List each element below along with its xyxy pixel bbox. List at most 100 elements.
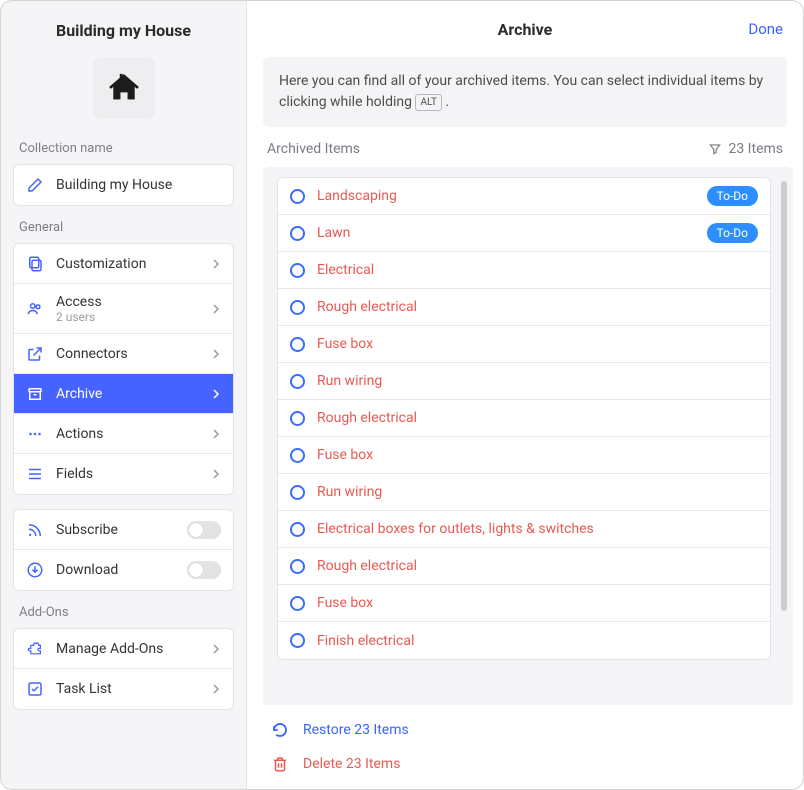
download-row[interactable]: Download (14, 550, 233, 590)
status-circle[interactable] (290, 189, 305, 204)
archived-item-row[interactable]: Rough electrical (278, 289, 770, 326)
status-circle[interactable] (290, 337, 305, 352)
trash-icon (271, 755, 289, 773)
download-toggle[interactable] (187, 561, 221, 579)
todo-badge: To-Do (707, 223, 758, 243)
sidebar: Building my House Collection name Buildi… (1, 1, 247, 789)
filter-icon[interactable] (708, 142, 722, 156)
section-addons: Add-Ons (1, 605, 246, 628)
nav-archive[interactable]: Archive (14, 374, 233, 414)
chevron-right-icon (211, 259, 221, 269)
chevron-right-icon (211, 644, 221, 654)
dots-icon (26, 425, 44, 443)
archived-item-row[interactable]: LawnTo-Do (278, 215, 770, 252)
topbar: Archive Done (247, 1, 803, 57)
house-icon (107, 71, 141, 105)
done-button[interactable]: Done (748, 20, 783, 38)
archived-item-row[interactable]: Fuse box (278, 585, 770, 622)
status-circle[interactable] (290, 633, 305, 648)
list-title: Archived Items (267, 141, 360, 157)
app-window: Building my House Collection name Buildi… (0, 0, 804, 790)
chevron-right-icon (211, 469, 221, 479)
item-title: Rough electrical (317, 558, 758, 574)
footer-actions: Restore 23 Items Delete 23 Items (247, 705, 803, 789)
alt-key-hint: ALT (415, 94, 442, 111)
puzzle-icon (26, 640, 44, 658)
sidebar-title: Building my House (1, 1, 246, 52)
item-title: Run wiring (317, 373, 758, 389)
collection-icon (93, 57, 155, 119)
archived-item-row[interactable]: Fuse box (278, 326, 770, 363)
nav-access[interactable]: Access 2 users (14, 284, 233, 334)
chevron-right-icon (211, 684, 221, 694)
item-title: Rough electrical (317, 410, 758, 426)
restore-icon (271, 721, 289, 739)
chevron-right-icon (211, 349, 221, 359)
nav-customization[interactable]: Customization (14, 244, 233, 284)
download-icon (26, 561, 44, 579)
nav-fields[interactable]: Fields (14, 454, 233, 494)
archived-item-row[interactable]: LandscapingTo-Do (278, 178, 770, 215)
collection-name-text: Building my House (56, 177, 221, 193)
page-title: Archive (498, 20, 553, 39)
rss-icon (26, 521, 44, 539)
subscribe-toggle[interactable] (187, 521, 221, 539)
status-circle[interactable] (290, 300, 305, 315)
status-circle[interactable] (290, 485, 305, 500)
collection-name-input[interactable]: Building my House (14, 165, 233, 205)
item-title: Fuse box (317, 336, 758, 352)
section-general: General (1, 220, 246, 243)
nav-task-list[interactable]: Task List (14, 669, 233, 709)
subscribe-row[interactable]: Subscribe (14, 510, 233, 550)
restore-button[interactable]: Restore 23 Items (271, 721, 779, 739)
todo-badge: To-Do (707, 186, 758, 206)
archived-item-row[interactable]: Fuse box (278, 437, 770, 474)
item-title: Fuse box (317, 447, 758, 463)
item-title: Lawn (317, 225, 707, 241)
item-title: Finish electrical (317, 633, 758, 649)
info-banner: Here you can find all of your archived i… (263, 57, 787, 127)
pencil-icon (26, 176, 44, 194)
archived-item-row[interactable]: Rough electrical (278, 548, 770, 585)
item-title: Run wiring (317, 484, 758, 500)
nav-connectors[interactable]: Connectors (14, 334, 233, 374)
main-panel: Archive Done Here you can find all of yo… (247, 1, 803, 789)
archived-item-row[interactable]: Rough electrical (278, 400, 770, 437)
archived-item-row[interactable]: Electrical boxes for outlets, lights & s… (278, 511, 770, 548)
status-circle[interactable] (290, 374, 305, 389)
nav-actions[interactable]: Actions (14, 414, 233, 454)
archived-item-row[interactable]: Run wiring (278, 474, 770, 511)
status-circle[interactable] (290, 448, 305, 463)
item-title: Rough electrical (317, 299, 758, 315)
checkbox-icon (26, 680, 44, 698)
delete-button[interactable]: Delete 23 Items (271, 755, 779, 773)
nav-manage-addons[interactable]: Manage Add-Ons (14, 629, 233, 669)
item-count: 23 Items (728, 141, 783, 157)
status-circle[interactable] (290, 559, 305, 574)
chevron-right-icon (211, 389, 221, 399)
list-heading: Archived Items 23 Items (247, 141, 803, 163)
items-scroll-area: LandscapingTo-DoLawnTo-DoElectricalRough… (263, 167, 793, 705)
status-circle[interactable] (290, 226, 305, 241)
scrollbar[interactable] (781, 181, 787, 611)
access-subtitle: 2 users (56, 310, 211, 324)
section-collection-name: Collection name (1, 141, 246, 164)
item-title: Electrical boxes for outlets, lights & s… (317, 521, 758, 537)
archived-item-row[interactable]: Finish electrical (278, 622, 770, 659)
archived-item-row[interactable]: Run wiring (278, 363, 770, 400)
chevron-right-icon (211, 429, 221, 439)
status-circle[interactable] (290, 596, 305, 611)
item-title: Fuse box (317, 595, 758, 611)
item-title: Electrical (317, 262, 758, 278)
copy-icon (26, 255, 44, 273)
status-circle[interactable] (290, 522, 305, 537)
archived-item-row[interactable]: Electrical (278, 252, 770, 289)
list-icon (26, 465, 44, 483)
archive-icon (26, 385, 44, 403)
status-circle[interactable] (290, 411, 305, 426)
status-circle[interactable] (290, 263, 305, 278)
chevron-right-icon (211, 304, 221, 314)
external-link-icon (26, 345, 44, 363)
users-icon (26, 300, 44, 318)
item-title: Landscaping (317, 188, 707, 204)
